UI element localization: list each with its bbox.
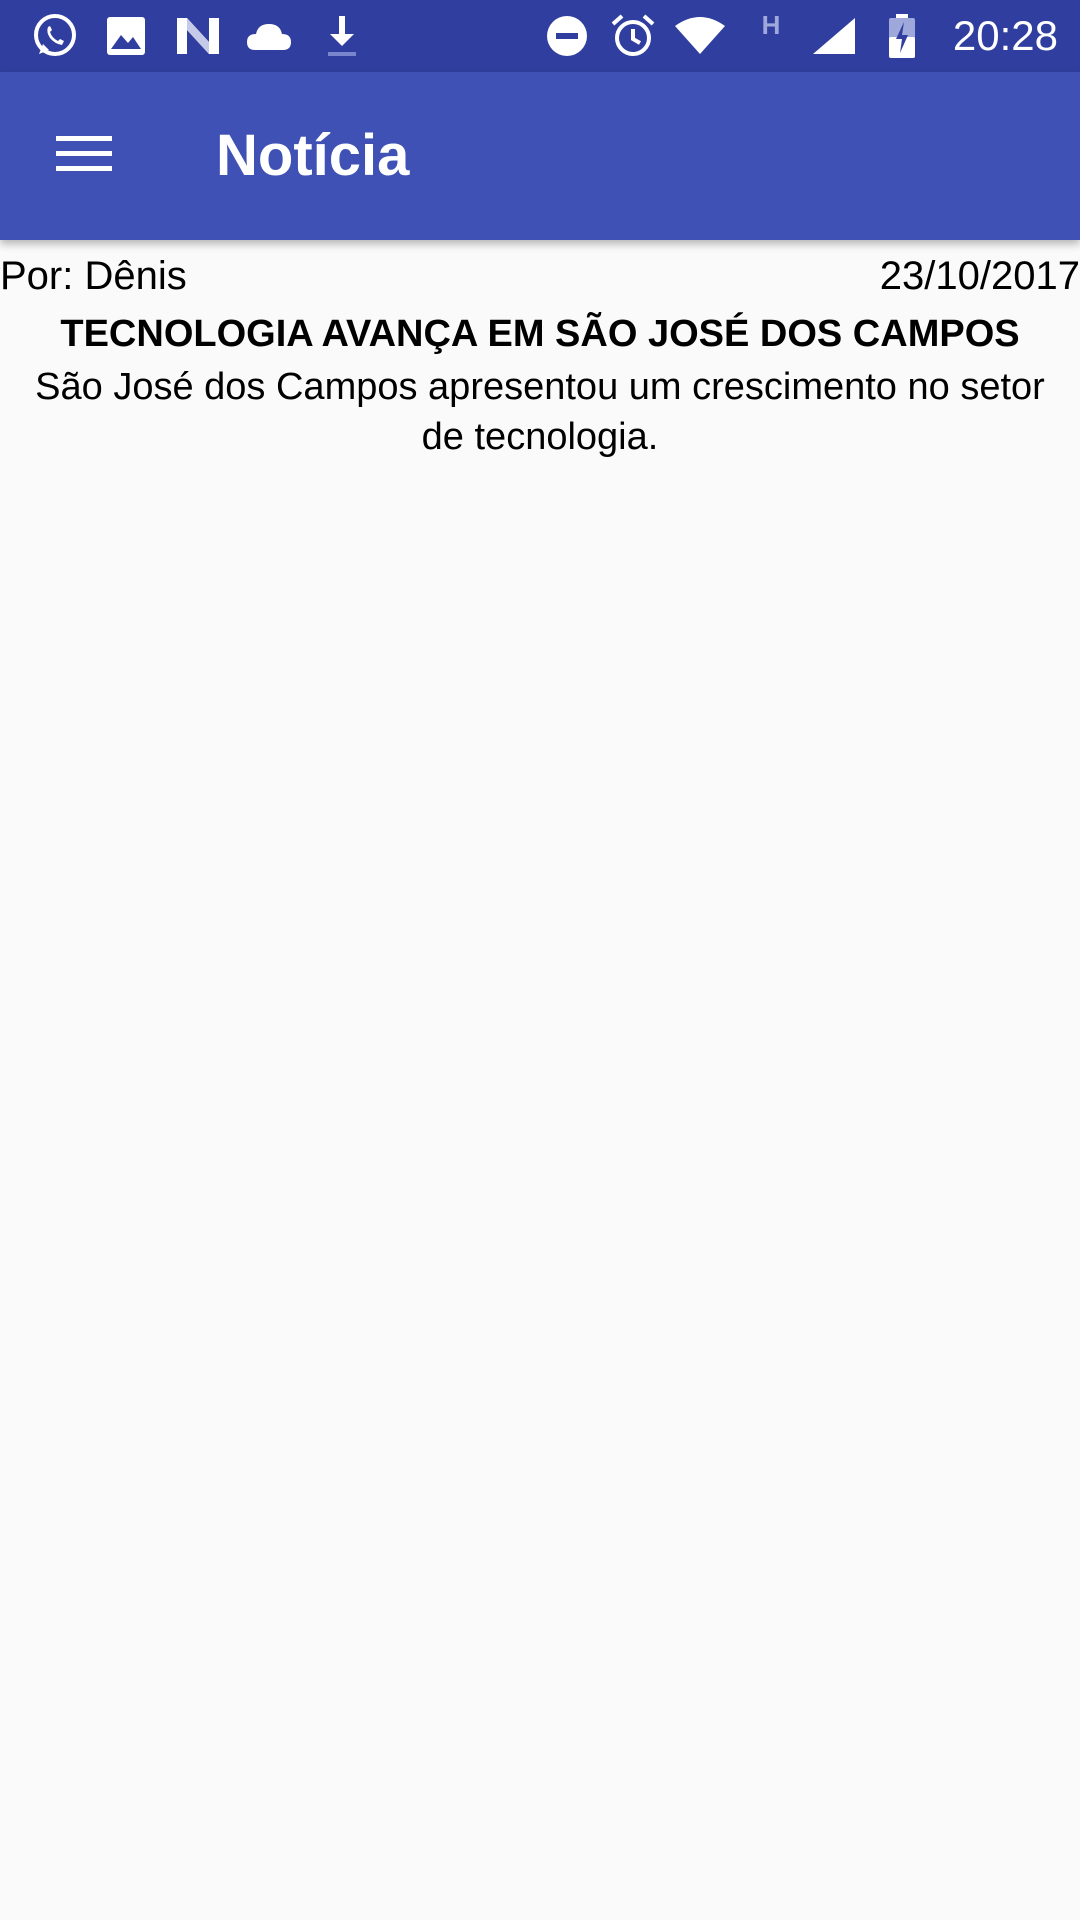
alarm-icon xyxy=(610,0,656,72)
whatsapp-icon xyxy=(30,0,80,72)
app-bar: Notícia xyxy=(0,72,1080,240)
download-icon xyxy=(322,0,362,72)
menu-button[interactable] xyxy=(28,98,140,210)
article-body: São José dos Campos apresentou um cresci… xyxy=(35,366,1045,458)
article-date: 23/10/2017 xyxy=(879,254,1080,298)
status-bar-clock: 20:28 xyxy=(952,12,1058,59)
article-author: Por: Dênis xyxy=(0,254,187,298)
network-type-label: H xyxy=(761,10,781,40)
image-icon xyxy=(104,0,148,72)
n-app-icon xyxy=(174,0,222,72)
battery-charging-icon xyxy=(884,0,920,72)
status-bar: H 20:28 xyxy=(0,0,1080,72)
network-h-icon: H xyxy=(756,0,786,72)
hamburger-menu-icon xyxy=(56,136,112,171)
article-headline: TECNOLOGIA AVANÇA EM SÃO JOSÉ DOS CAMPOS xyxy=(60,313,1020,355)
wifi-icon xyxy=(672,0,728,72)
cloud-icon xyxy=(244,0,294,72)
article-meta: Por: Dênis 23/10/2017 xyxy=(0,246,1080,306)
do-not-disturb-icon xyxy=(544,0,590,72)
article-content: Por: Dênis 23/10/2017 TECNOLOGIA AVANÇA … xyxy=(0,240,1080,1920)
page-title: Notícia xyxy=(216,123,410,188)
signal-icon xyxy=(810,0,858,72)
